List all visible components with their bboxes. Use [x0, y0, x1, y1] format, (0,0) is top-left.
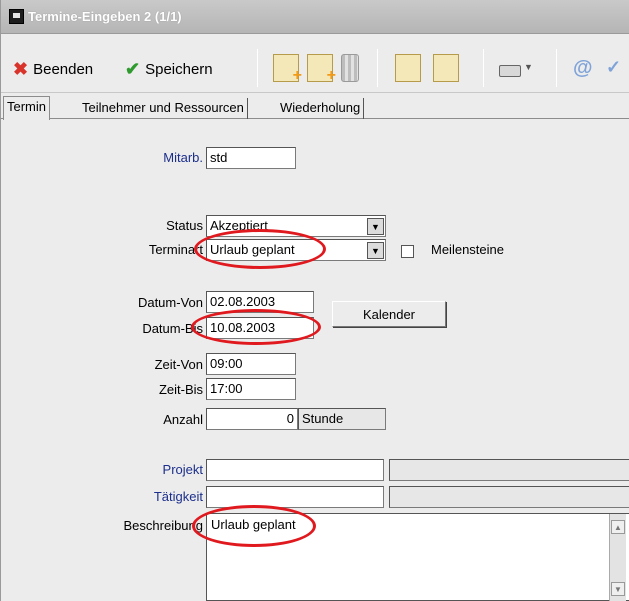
- new-document-icon[interactable]: [273, 54, 302, 85]
- chevron-down-icon[interactable]: ▼: [367, 218, 384, 235]
- chevron-down-icon[interactable]: ▼: [367, 242, 384, 259]
- projekt-description: [389, 459, 629, 481]
- save-button[interactable]: ✔ Speichern: [125, 57, 213, 81]
- zeit-bis-label: Zeit-Bis: [158, 382, 203, 397]
- projekt-input[interactable]: [206, 459, 384, 481]
- taetigkeit-input[interactable]: [206, 486, 384, 508]
- toolbar-separator: [483, 49, 484, 87]
- toolbar: ✖ Beenden ✔ Speichern ▼ @ ✓: [1, 35, 629, 93]
- checkmark-icon: ✔: [125, 58, 141, 79]
- print-icon[interactable]: [499, 65, 521, 77]
- appointment-window: Termine-Eingeben 2 (1/1) ✖ Beenden ✔ Spe…: [0, 0, 629, 601]
- window-title: Termine-Eingeben 2 (1/1): [28, 9, 182, 24]
- toolbar-separator: [257, 49, 258, 87]
- clipboard-icon[interactable]: [433, 54, 459, 82]
- anzahl-input[interactable]: 0: [206, 408, 298, 430]
- terminart-select[interactable]: Urlaub geplant: [206, 239, 386, 261]
- taetigkeit-label[interactable]: Tätigkeit: [101, 489, 203, 504]
- beschreibung-label: Beschreibung: [123, 518, 204, 533]
- meilensteine-label: Meilensteine: [431, 242, 504, 257]
- meilensteine-checkbox[interactable]: [401, 245, 414, 258]
- close-button-label: Beenden: [33, 60, 94, 78]
- projekt-label[interactable]: Projekt: [101, 462, 203, 477]
- toolbar-separator: [556, 49, 557, 87]
- print-dropdown-chevron-icon[interactable]: ▼: [524, 62, 550, 90]
- datum-von-label: Datum-Von: [137, 295, 203, 310]
- paste-icon[interactable]: [395, 54, 421, 82]
- check-icon[interactable]: ✓: [606, 57, 629, 85]
- tab-wiederholung[interactable]: Wiederholung: [277, 98, 365, 119]
- window-icon: [9, 9, 24, 24]
- status-label: Status: [166, 218, 203, 233]
- tab-teilnehmer-ressourcen[interactable]: Teilnehmer und Ressourcen: [79, 98, 248, 119]
- terminart-label: Terminart: [148, 242, 203, 257]
- beschreibung-textarea[interactable]: Urlaub geplant: [206, 513, 629, 601]
- copy-document-icon[interactable]: [307, 54, 336, 85]
- status-select[interactable]: Akzeptiert: [206, 215, 386, 237]
- scroll-up-icon[interactable]: ▲: [611, 520, 625, 534]
- toolbar-separator: [377, 49, 378, 87]
- datum-von-input[interactable]: 02.08.2003: [206, 291, 314, 313]
- beschreibung-text: Urlaub geplant: [211, 517, 296, 532]
- datum-bis-label: Datum-Bis: [142, 321, 203, 336]
- taetigkeit-description: [389, 486, 629, 508]
- close-button[interactable]: ✖ Beenden: [13, 57, 93, 81]
- title-bar: Termine-Eingeben 2 (1/1): [1, 0, 629, 34]
- zeit-von-label: Zeit-Von: [154, 357, 203, 372]
- email-icon[interactable]: @: [573, 57, 599, 85]
- zeit-bis-input[interactable]: 17:00: [206, 378, 296, 400]
- anzahl-unit: Stunde: [298, 408, 386, 430]
- beschreibung-scrollbar[interactable]: ▲ ▼: [609, 514, 626, 601]
- scroll-down-icon[interactable]: ▼: [611, 582, 625, 596]
- zeit-von-input[interactable]: 09:00: [206, 353, 296, 375]
- anzahl-label: Anzahl: [163, 412, 203, 427]
- kalender-button[interactable]: Kalender: [332, 301, 446, 327]
- mitarb-label: Mitarb.: [163, 150, 203, 165]
- datum-bis-input[interactable]: 10.08.2003: [206, 317, 314, 339]
- delete-icon[interactable]: [341, 54, 359, 82]
- tab-termin[interactable]: Termin: [3, 96, 51, 120]
- tab-bar: Termin Teilnehmer und Ressourcen Wiederh…: [1, 95, 629, 120]
- close-icon: ✖: [13, 58, 29, 79]
- save-button-label: Speichern: [145, 60, 213, 78]
- mitarb-input[interactable]: std: [206, 147, 296, 169]
